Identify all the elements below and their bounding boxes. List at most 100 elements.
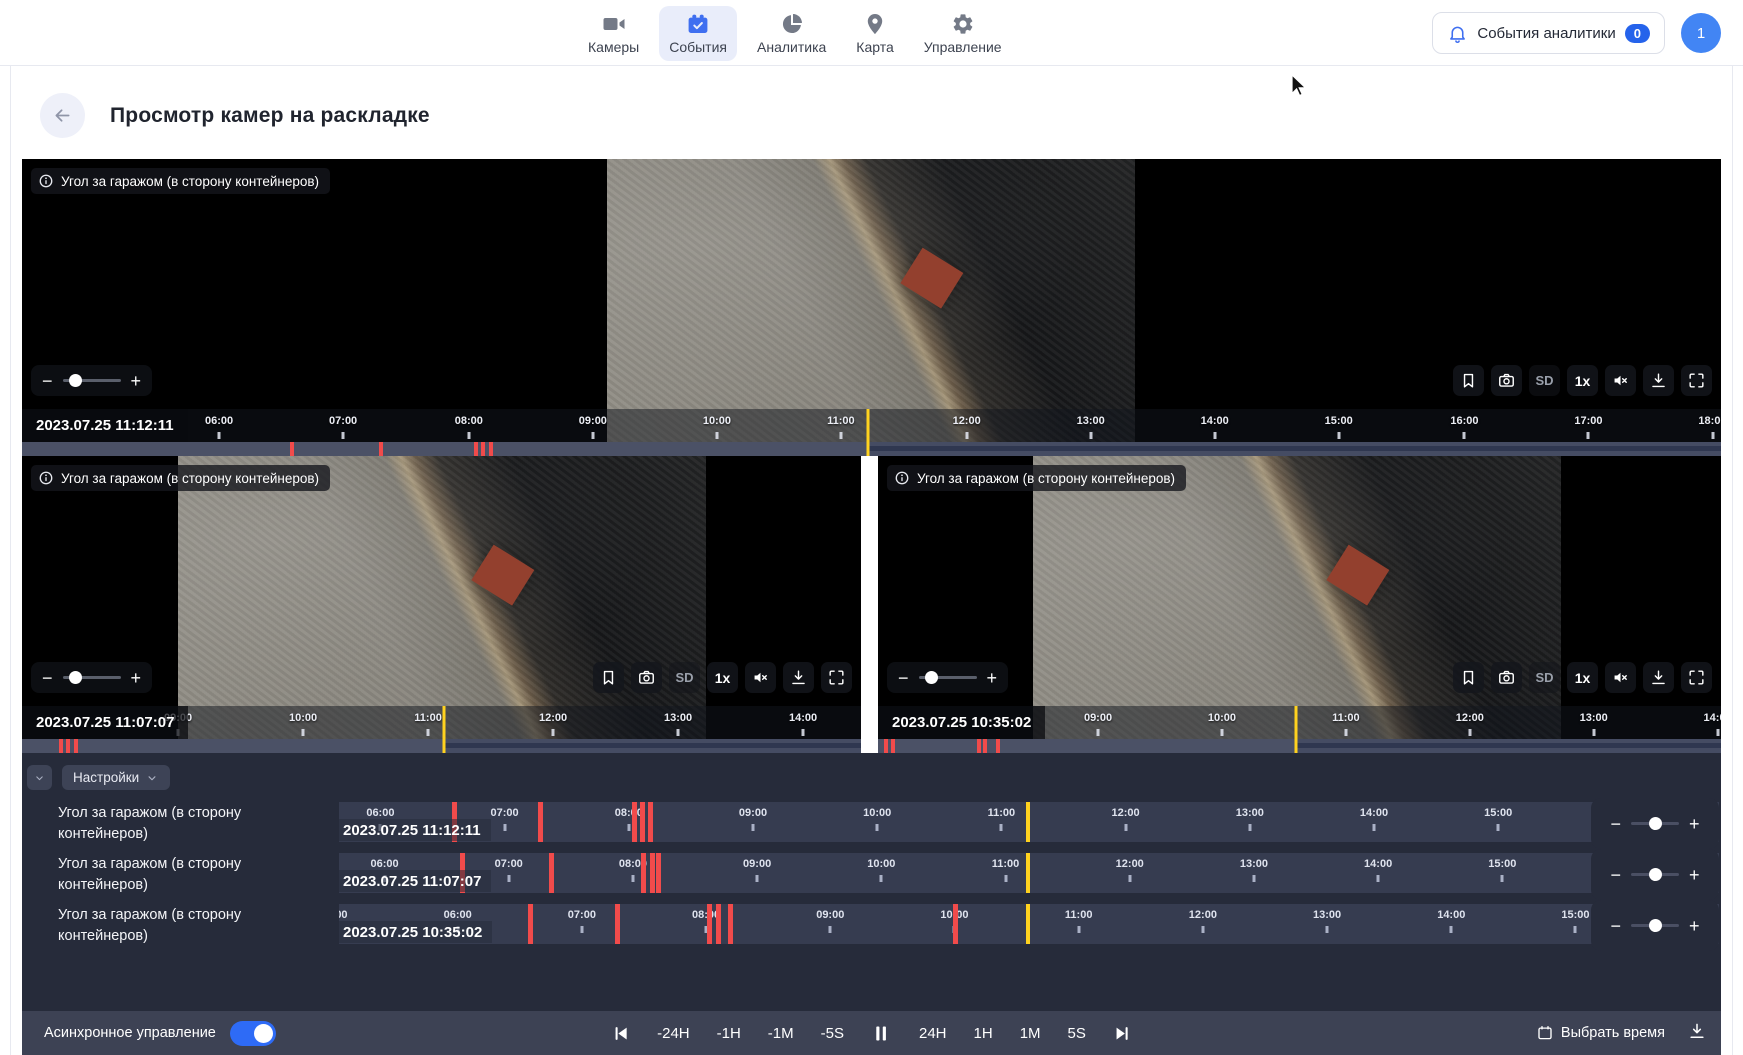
- bookmark-button[interactable]: [1453, 662, 1484, 693]
- event-marker[interactable]: [640, 802, 645, 842]
- playhead[interactable]: [443, 706, 446, 753]
- event-marker[interactable]: [59, 739, 63, 753]
- zoom-in-button[interactable]: +: [987, 669, 998, 687]
- event-marker[interactable]: [996, 739, 1000, 753]
- event-marker[interactable]: [481, 442, 485, 456]
- zoom-out-button[interactable]: −: [898, 669, 909, 687]
- skip-to-start-button[interactable]: [611, 1024, 630, 1043]
- zoom-in-button[interactable]: +: [1689, 815, 1700, 833]
- zoom-slider-knob[interactable]: [925, 671, 938, 684]
- nav-item-analytics[interactable]: Аналитика: [747, 6, 836, 61]
- zoom-out-button[interactable]: −: [1610, 866, 1621, 884]
- info-icon[interactable]: [38, 470, 54, 486]
- snapshot-button[interactable]: [1491, 365, 1522, 396]
- speed-button[interactable]: 1x: [1567, 662, 1598, 693]
- export-download-button[interactable]: [1687, 1021, 1707, 1045]
- skip-to-end-button[interactable]: [1113, 1024, 1132, 1043]
- mute-button[interactable]: [1605, 662, 1636, 693]
- async-control-toggle[interactable]: [230, 1021, 276, 1046]
- zoom-in-button[interactable]: +: [1689, 866, 1700, 884]
- row-timeline[interactable]: 2023.07.25 11:12:11 06:0007:0008:0009:00…: [339, 802, 1719, 842]
- step-back-24h-button[interactable]: -24H: [657, 1025, 690, 1042]
- settings-dropdown[interactable]: Настройки: [62, 765, 170, 790]
- select-time-button[interactable]: Выбрать время: [1536, 1024, 1665, 1042]
- nav-item-cameras[interactable]: Камеры: [578, 6, 649, 61]
- row-timeline[interactable]: 2023.07.25 10:35:02 05:0006:0007:0008:00…: [339, 904, 1719, 944]
- event-marker[interactable]: [379, 442, 383, 456]
- event-marker[interactable]: [891, 739, 895, 753]
- zoom-in-button[interactable]: +: [131, 669, 142, 687]
- speed-button[interactable]: 1x: [707, 662, 738, 693]
- user-avatar[interactable]: 1: [1681, 13, 1721, 53]
- zoom-slider-knob[interactable]: [69, 671, 82, 684]
- event-marker[interactable]: [656, 853, 661, 893]
- zoom-out-button[interactable]: −: [1610, 815, 1621, 833]
- step-forward-1h-button[interactable]: 1H: [974, 1025, 993, 1042]
- camera-timeline[interactable]: 2023.07.25 11:07:07 09:0010:0011:0012:00…: [22, 706, 861, 753]
- zoom-out-button[interactable]: −: [42, 372, 53, 390]
- event-marker[interactable]: [977, 739, 981, 753]
- download-button[interactable]: [1643, 662, 1674, 693]
- event-marker[interactable]: [953, 904, 958, 944]
- nav-item-events[interactable]: События: [659, 6, 737, 61]
- event-marker[interactable]: [66, 739, 70, 753]
- bookmark-button[interactable]: [593, 662, 624, 693]
- zoom-slider-knob[interactable]: [69, 374, 82, 387]
- camera-name[interactable]: Угол за гаражом (в сторону контейнеров): [22, 853, 339, 896]
- zoom-slider-knob[interactable]: [1649, 817, 1662, 830]
- zoom-slider[interactable]: [919, 676, 977, 679]
- zoom-slider[interactable]: [1631, 873, 1679, 876]
- event-marker[interactable]: [632, 802, 637, 842]
- playhead[interactable]: [1295, 706, 1298, 753]
- event-marker[interactable]: [716, 904, 721, 944]
- zoom-slider[interactable]: [1631, 822, 1679, 825]
- zoom-slider[interactable]: [1631, 924, 1679, 927]
- step-forward-5s-button[interactable]: 5S: [1068, 1025, 1086, 1042]
- zoom-slider[interactable]: [63, 676, 121, 679]
- event-marker[interactable]: [290, 442, 294, 456]
- quality-button[interactable]: SD: [1529, 365, 1560, 396]
- playhead[interactable]: [867, 409, 870, 456]
- step-back-1h-button[interactable]: -1H: [717, 1025, 741, 1042]
- event-marker[interactable]: [474, 442, 478, 456]
- step-back-1m-button[interactable]: -1M: [768, 1025, 794, 1042]
- zoom-in-button[interactable]: +: [131, 372, 142, 390]
- event-marker[interactable]: [728, 904, 733, 944]
- zoom-out-button[interactable]: −: [1610, 917, 1621, 935]
- step-back-5s-button[interactable]: -5S: [821, 1025, 844, 1042]
- info-icon[interactable]: [38, 173, 54, 189]
- event-marker[interactable]: [549, 853, 554, 893]
- fullscreen-button[interactable]: [1681, 662, 1712, 693]
- zoom-slider-knob[interactable]: [1649, 919, 1662, 932]
- fullscreen-button[interactable]: [1681, 365, 1712, 396]
- pause-button[interactable]: [871, 1023, 892, 1044]
- download-button[interactable]: [1643, 365, 1674, 396]
- info-icon[interactable]: [894, 470, 910, 486]
- snapshot-button[interactable]: [1491, 662, 1522, 693]
- nav-item-map[interactable]: Карта: [846, 6, 903, 61]
- mute-button[interactable]: [745, 662, 776, 693]
- bookmark-button[interactable]: [1453, 365, 1484, 396]
- playhead[interactable]: [1026, 802, 1030, 842]
- zoom-slider[interactable]: [63, 379, 121, 382]
- camera-timeline[interactable]: 2023.07.25 11:12:11 06:0007:0008:0009:00…: [22, 409, 1721, 456]
- zoom-slider-knob[interactable]: [1649, 868, 1662, 881]
- camera-name[interactable]: Угол за гаражом (в сторону контейнеров): [22, 802, 339, 845]
- collapse-panel-button[interactable]: [27, 765, 52, 790]
- event-marker[interactable]: [648, 802, 653, 842]
- camera-timeline[interactable]: 2023.07.25 10:35:02 09:0010:0011:0012:00…: [878, 706, 1721, 753]
- row-timeline[interactable]: 2023.07.25 11:07:07 06:0007:0008:0009:00…: [339, 853, 1719, 893]
- fullscreen-button[interactable]: [821, 662, 852, 693]
- camera-name[interactable]: Угол за гаражом (в сторону контейнеров): [22, 904, 339, 947]
- speed-button[interactable]: 1x: [1567, 365, 1598, 396]
- zoom-out-button[interactable]: −: [42, 669, 53, 687]
- event-marker[interactable]: [538, 802, 543, 842]
- step-forward-1m-button[interactable]: 1M: [1020, 1025, 1041, 1042]
- quality-button[interactable]: SD: [669, 662, 700, 693]
- event-marker[interactable]: [983, 739, 987, 753]
- download-button[interactable]: [783, 662, 814, 693]
- event-marker[interactable]: [489, 442, 493, 456]
- event-marker[interactable]: [615, 904, 620, 944]
- event-marker[interactable]: [707, 904, 712, 944]
- playhead[interactable]: [1026, 904, 1030, 944]
